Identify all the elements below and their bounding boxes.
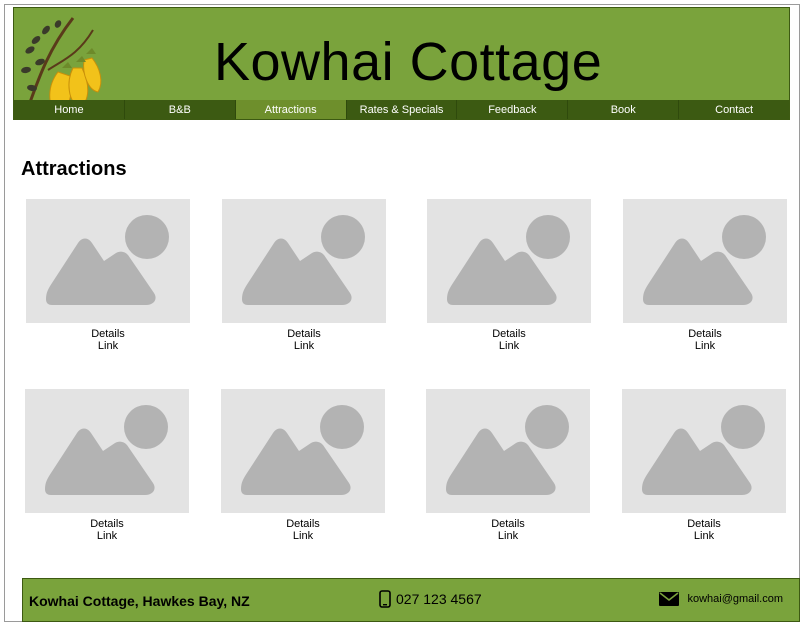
nav-rates-specials[interactable]: Rates & Specials [347, 100, 458, 119]
attraction-card[interactable]: Details Link [622, 389, 786, 542]
card-caption: Details Link [623, 328, 787, 352]
footer-phone-number[interactable]: 027 123 4567 [396, 591, 482, 607]
main-nav: Home B&B Attractions Rates & Specials Fe… [14, 100, 789, 119]
image-placeholder-icon [426, 389, 590, 513]
site-footer: Kowhai Cottage, Hawkes Bay, NZ 027 123 4… [22, 578, 800, 622]
attraction-card[interactable]: Details Link [222, 199, 386, 352]
mail-icon [659, 592, 680, 606]
card-details[interactable]: Details [427, 328, 591, 340]
card-link[interactable]: Link [25, 530, 189, 542]
site-title: Kowhai Cottage [214, 32, 603, 92]
card-details[interactable]: Details [622, 518, 786, 530]
card-link[interactable]: Link [427, 340, 591, 352]
card-caption: Details Link [427, 328, 591, 352]
attraction-card[interactable]: Details Link [623, 199, 787, 352]
nav-home[interactable]: Home [14, 100, 125, 119]
footer-business-name: Kowhai Cottage, Hawkes Bay, NZ [29, 593, 250, 609]
attraction-card[interactable]: Details Link [427, 199, 591, 352]
image-placeholder-icon [427, 199, 591, 323]
footer-email-address[interactable]: kowhai@gmail.com [687, 593, 783, 605]
card-link[interactable]: Link [222, 340, 386, 352]
card-caption: Details Link [221, 518, 385, 542]
site-header: Kowhai Cottage Home B&B Attractions Rate… [13, 7, 790, 120]
attraction-card[interactable]: Details Link [26, 199, 190, 352]
card-caption: Details Link [25, 518, 189, 542]
card-details[interactable]: Details [26, 328, 190, 340]
nav-bnb[interactable]: B&B [125, 100, 236, 119]
card-caption: Details Link [622, 518, 786, 542]
image-placeholder-icon [222, 199, 386, 323]
card-details[interactable]: Details [25, 518, 189, 530]
card-caption: Details Link [222, 328, 386, 352]
card-details[interactable]: Details [623, 328, 787, 340]
card-link[interactable]: Link [426, 530, 590, 542]
image-placeholder-icon [26, 199, 190, 323]
attraction-card[interactable]: Details Link [426, 389, 590, 542]
footer-email[interactable]: kowhai@gmail.com [659, 592, 783, 606]
nav-book[interactable]: Book [568, 100, 680, 119]
image-placeholder-icon [221, 389, 385, 513]
card-link[interactable]: Link [26, 340, 190, 352]
image-placeholder-icon [622, 389, 786, 513]
page-title: Attractions [21, 158, 127, 180]
card-link[interactable]: Link [221, 530, 385, 542]
card-caption: Details Link [26, 328, 190, 352]
footer-phone[interactable]: 027 123 4567 [379, 590, 482, 608]
card-caption: Details Link [426, 518, 590, 542]
nav-feedback[interactable]: Feedback [457, 100, 569, 119]
card-details[interactable]: Details [221, 518, 385, 530]
phone-icon [379, 590, 391, 608]
attraction-card[interactable]: Details Link [25, 389, 189, 542]
attraction-card[interactable]: Details Link [221, 389, 385, 542]
image-placeholder-icon [623, 199, 787, 323]
image-placeholder-icon [25, 389, 189, 513]
nav-attractions[interactable]: Attractions [235, 100, 347, 119]
card-details[interactable]: Details [222, 328, 386, 340]
card-link[interactable]: Link [622, 530, 786, 542]
nav-contact[interactable]: Contact [679, 100, 789, 119]
card-link[interactable]: Link [623, 340, 787, 352]
card-details[interactable]: Details [426, 518, 590, 530]
